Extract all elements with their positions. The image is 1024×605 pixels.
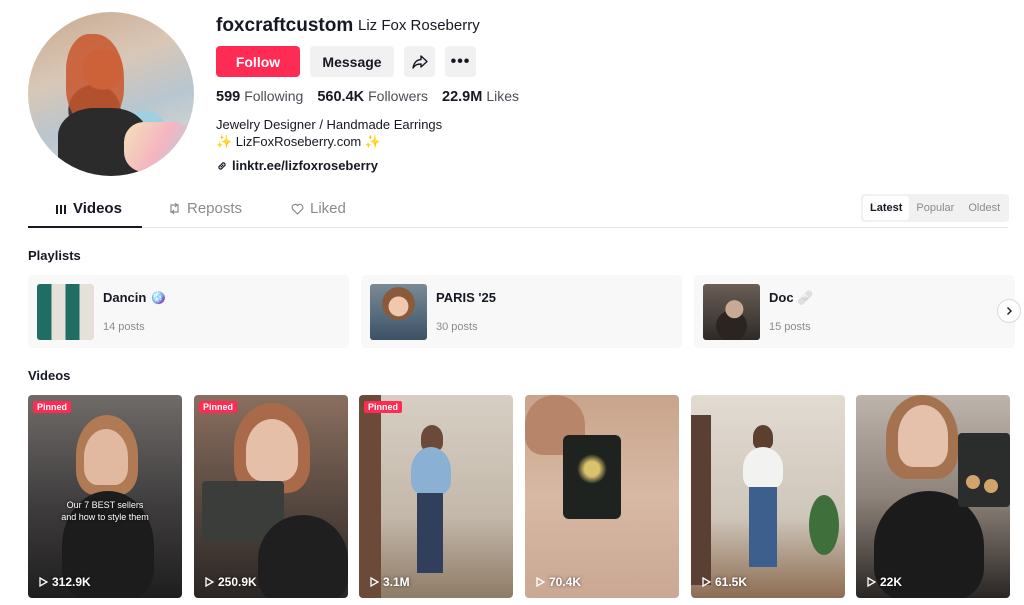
playlists-next-button[interactable] (997, 299, 1021, 323)
video-card[interactable]: Pinned 3.1M (359, 395, 513, 598)
profile-username: foxcraftcustom (216, 15, 354, 36)
profile-avatar[interactable] (28, 12, 194, 176)
playlist-count: 14 posts (103, 321, 145, 333)
video-card[interactable]: 61.5K (691, 395, 845, 598)
earring-card (958, 433, 1010, 507)
video-subject-body (258, 515, 348, 598)
ellipsis-icon: ••• (450, 52, 471, 70)
sort-latest[interactable]: Latest (863, 196, 910, 220)
sort-oldest[interactable]: Oldest (961, 196, 1007, 220)
videos-heading: Videos (28, 368, 71, 383)
pinned-badge: Pinned (364, 401, 403, 413)
video-views: 22K (867, 575, 902, 589)
play-icon (370, 577, 379, 587)
video-card[interactable]: 22K (856, 395, 1010, 598)
playlists-heading: Playlists (28, 248, 81, 263)
profile-stats: 599 Following 560.4K Followers 22.9M Likes (216, 88, 519, 105)
video-subject-body (411, 447, 451, 495)
profile-link[interactable]: linktr.ee/lizfoxroseberry (216, 158, 378, 173)
playlist-thumbnail (370, 284, 427, 340)
video-subject-legs (417, 493, 443, 573)
bio-line: Jewelry Designer / Handmade Earrings (216, 117, 443, 132)
playlist-title: PARIS '25 (436, 290, 496, 305)
play-icon (39, 577, 48, 587)
stat-likes: 22.9M Likes (442, 88, 520, 105)
video-card[interactable]: Pinned Our 7 BEST sellers and how to sty… (28, 395, 182, 598)
video-subject-face (246, 419, 298, 481)
stat-following[interactable]: 599 Following (216, 88, 303, 105)
play-icon (205, 577, 214, 587)
playlist-card[interactable]: Doc 🩹 15 posts (694, 275, 1015, 348)
play-icon (536, 577, 545, 587)
video-views: 250.9K (205, 575, 257, 589)
play-icon (702, 577, 711, 587)
more-options-button[interactable]: ••• (445, 46, 476, 77)
video-subject-head (753, 425, 773, 449)
stat-followers[interactable]: 560.4K Followers (317, 88, 428, 105)
playlist-card[interactable]: Dancin 🪩 14 posts (28, 275, 349, 348)
video-views: 312.9K (39, 575, 91, 589)
video-bg-door (691, 415, 711, 585)
share-button[interactable] (404, 46, 435, 77)
tab-reposts[interactable]: Reposts (168, 200, 242, 217)
playlist-title: Dancin 🪩 (103, 290, 167, 305)
link-text: linktr.ee/lizfoxroseberry (232, 158, 378, 173)
chevron-right-icon (1007, 307, 1012, 315)
playlist-count: 30 posts (436, 321, 478, 333)
follow-button[interactable]: Follow (216, 46, 300, 77)
pinned-badge: Pinned (33, 401, 72, 413)
playlist-title: Doc 🩹 (769, 290, 814, 305)
active-tab-indicator (28, 226, 142, 228)
bio-line: ✨ LizFoxRoseberry.com ✨ (216, 134, 382, 149)
video-views: 61.5K (702, 575, 747, 589)
video-card[interactable]: Pinned 250.9K (194, 395, 348, 598)
profile-bio: Jewelry Designer / Handmade Earrings ✨ L… (216, 116, 442, 150)
repost-icon (170, 202, 179, 215)
share-icon (411, 54, 428, 69)
tab-videos[interactable]: Videos (55, 200, 122, 217)
video-subject-body (743, 447, 783, 489)
play-icon (867, 577, 876, 587)
avatar-pillow (124, 122, 194, 172)
video-subject-legs (749, 487, 777, 567)
sort-toggle: Latest Popular Oldest (861, 194, 1010, 222)
video-views: 3.1M (370, 575, 410, 589)
link-icon (218, 161, 226, 170)
video-bg-plant (809, 495, 839, 555)
earring (575, 451, 609, 487)
playlist-thumbnail (37, 284, 94, 340)
heart-icon (291, 203, 304, 215)
video-caption: Our 7 BEST sellers and how to style them (61, 500, 149, 522)
profile-nickname: Liz Fox Roseberry (358, 17, 480, 34)
video-views: 70.4K (536, 575, 581, 589)
video-subject-face (84, 429, 128, 485)
playlist-card[interactable]: PARIS '25 30 posts (361, 275, 682, 348)
sort-popular[interactable]: Popular (909, 196, 961, 220)
video-subject-face (898, 405, 948, 467)
playlist-thumbnail (703, 284, 760, 340)
video-card[interactable]: 70.4K (525, 395, 679, 598)
message-button[interactable]: Message (310, 46, 394, 77)
pinned-badge: Pinned (199, 401, 238, 413)
tab-liked[interactable]: Liked (291, 200, 346, 217)
video-bg-wall (359, 395, 381, 598)
earring (984, 479, 998, 493)
earring (966, 475, 980, 489)
playlist-count: 15 posts (769, 321, 811, 333)
grid-icon (56, 204, 66, 214)
